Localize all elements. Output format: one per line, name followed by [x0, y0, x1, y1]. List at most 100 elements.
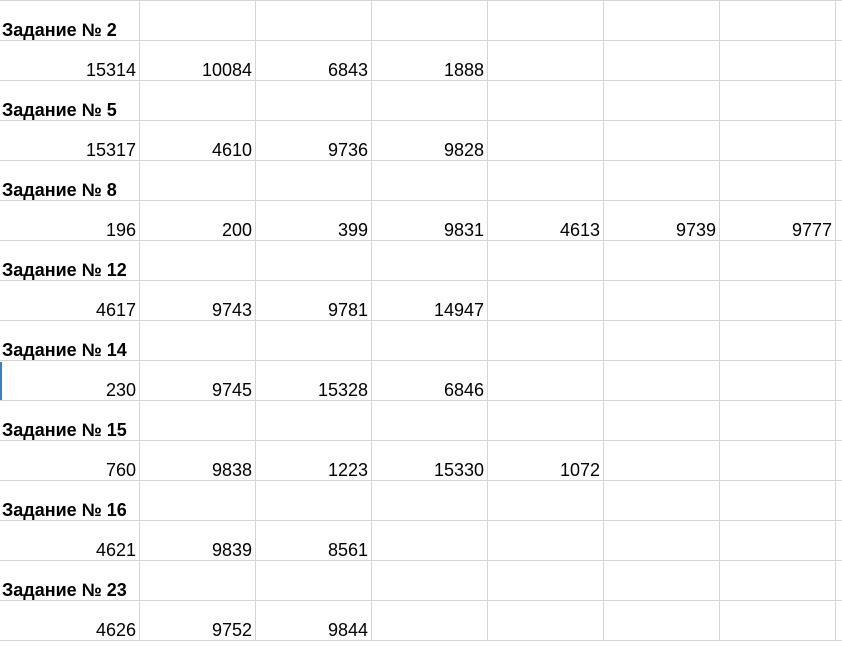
value-cell[interactable]: 15317: [0, 121, 140, 161]
empty-cell[interactable]: [836, 361, 842, 401]
empty-cell[interactable]: [140, 161, 256, 201]
empty-cell[interactable]: [604, 361, 720, 401]
value-cell[interactable]: 1223: [256, 441, 372, 481]
empty-cell[interactable]: [372, 241, 488, 281]
empty-cell[interactable]: [720, 121, 836, 161]
value-cell[interactable]: 9831: [372, 201, 488, 241]
value-cell[interactable]: 4610: [140, 121, 256, 161]
empty-cell[interactable]: [720, 321, 836, 361]
empty-cell[interactable]: [488, 41, 604, 81]
task-label-cell[interactable]: Задание № 8: [0, 161, 140, 201]
empty-cell[interactable]: [836, 1, 842, 41]
value-cell[interactable]: 9736: [256, 121, 372, 161]
empty-cell[interactable]: [604, 281, 720, 321]
value-cell[interactable]: 9828: [372, 121, 488, 161]
empty-cell[interactable]: [604, 521, 720, 561]
empty-cell[interactable]: [604, 601, 720, 641]
value-cell[interactable]: 15314: [0, 41, 140, 81]
value-cell[interactable]: 196: [0, 201, 140, 241]
empty-cell[interactable]: [488, 561, 604, 601]
value-cell[interactable]: 1888: [372, 41, 488, 81]
value-cell[interactable]: 9752: [140, 601, 256, 641]
value-cell[interactable]: 9743: [140, 281, 256, 321]
empty-cell[interactable]: [720, 481, 836, 521]
value-cell[interactable]: 9844: [256, 601, 372, 641]
empty-cell[interactable]: [140, 561, 256, 601]
task-label-cell[interactable]: Задание № 5: [0, 81, 140, 121]
empty-cell[interactable]: [488, 361, 604, 401]
empty-cell[interactable]: [720, 601, 836, 641]
value-cell[interactable]: 10084: [140, 41, 256, 81]
empty-cell[interactable]: [256, 321, 372, 361]
empty-cell[interactable]: [140, 241, 256, 281]
value-cell[interactable]: 15328: [256, 361, 372, 401]
empty-cell[interactable]: [604, 1, 720, 41]
empty-cell[interactable]: [488, 321, 604, 361]
empty-cell[interactable]: [720, 521, 836, 561]
value-cell[interactable]: 8561: [256, 521, 372, 561]
value-cell[interactable]: 9739: [604, 201, 720, 241]
empty-cell[interactable]: [372, 321, 488, 361]
empty-cell[interactable]: [140, 81, 256, 121]
task-label-cell[interactable]: Задание № 2: [0, 1, 140, 41]
empty-cell[interactable]: [836, 241, 842, 281]
empty-cell[interactable]: [720, 401, 836, 441]
empty-cell[interactable]: [604, 561, 720, 601]
empty-cell[interactable]: [372, 1, 488, 41]
empty-cell[interactable]: [372, 161, 488, 201]
value-cell[interactable]: 399: [256, 201, 372, 241]
empty-cell[interactable]: [836, 441, 842, 481]
task-label-cell[interactable]: Задание № 23: [0, 561, 140, 601]
empty-cell[interactable]: [720, 81, 836, 121]
empty-cell[interactable]: [140, 401, 256, 441]
value-cell[interactable]: 6846: [372, 361, 488, 401]
value-cell[interactable]: 4613: [488, 201, 604, 241]
empty-cell[interactable]: [720, 561, 836, 601]
value-cell[interactable]: 9745: [140, 361, 256, 401]
empty-cell[interactable]: [372, 601, 488, 641]
value-cell[interactable]: 4621: [0, 521, 140, 561]
value-cell[interactable]: 6843: [256, 41, 372, 81]
value-cell[interactable]: 9839: [140, 521, 256, 561]
empty-cell[interactable]: [836, 401, 842, 441]
empty-cell[interactable]: [604, 241, 720, 281]
empty-cell[interactable]: [488, 521, 604, 561]
value-cell[interactable]: 9781: [256, 281, 372, 321]
empty-cell[interactable]: [488, 281, 604, 321]
task-label-cell[interactable]: Задание № 12: [0, 241, 140, 281]
empty-cell[interactable]: [140, 1, 256, 41]
value-cell[interactable]: 230: [0, 361, 140, 401]
empty-cell[interactable]: [836, 81, 842, 121]
empty-cell[interactable]: [720, 1, 836, 41]
empty-cell[interactable]: [488, 161, 604, 201]
task-label-cell[interactable]: Задание № 14: [0, 321, 140, 361]
empty-cell[interactable]: [836, 601, 842, 641]
empty-cell[interactable]: [488, 121, 604, 161]
empty-cell[interactable]: [836, 41, 842, 81]
empty-cell[interactable]: [836, 121, 842, 161]
empty-cell[interactable]: [604, 481, 720, 521]
empty-cell[interactable]: [604, 161, 720, 201]
empty-cell[interactable]: [256, 81, 372, 121]
empty-cell[interactable]: [488, 481, 604, 521]
empty-cell[interactable]: [140, 321, 256, 361]
empty-cell[interactable]: [488, 401, 604, 441]
empty-cell[interactable]: [488, 601, 604, 641]
empty-cell[interactable]: [372, 521, 488, 561]
empty-cell[interactable]: [604, 441, 720, 481]
empty-cell[interactable]: [720, 281, 836, 321]
empty-cell[interactable]: [604, 321, 720, 361]
empty-cell[interactable]: [372, 81, 488, 121]
empty-cell[interactable]: [720, 41, 836, 81]
value-cell[interactable]: 4617: [0, 281, 140, 321]
empty-cell[interactable]: [836, 201, 842, 241]
task-label-cell[interactable]: Задание № 15: [0, 401, 140, 441]
empty-cell[interactable]: [836, 481, 842, 521]
empty-cell[interactable]: [720, 361, 836, 401]
empty-cell[interactable]: [372, 481, 488, 521]
empty-cell[interactable]: [488, 81, 604, 121]
empty-cell[interactable]: [836, 561, 842, 601]
empty-cell[interactable]: [372, 561, 488, 601]
empty-cell[interactable]: [836, 161, 842, 201]
empty-cell[interactable]: [720, 161, 836, 201]
